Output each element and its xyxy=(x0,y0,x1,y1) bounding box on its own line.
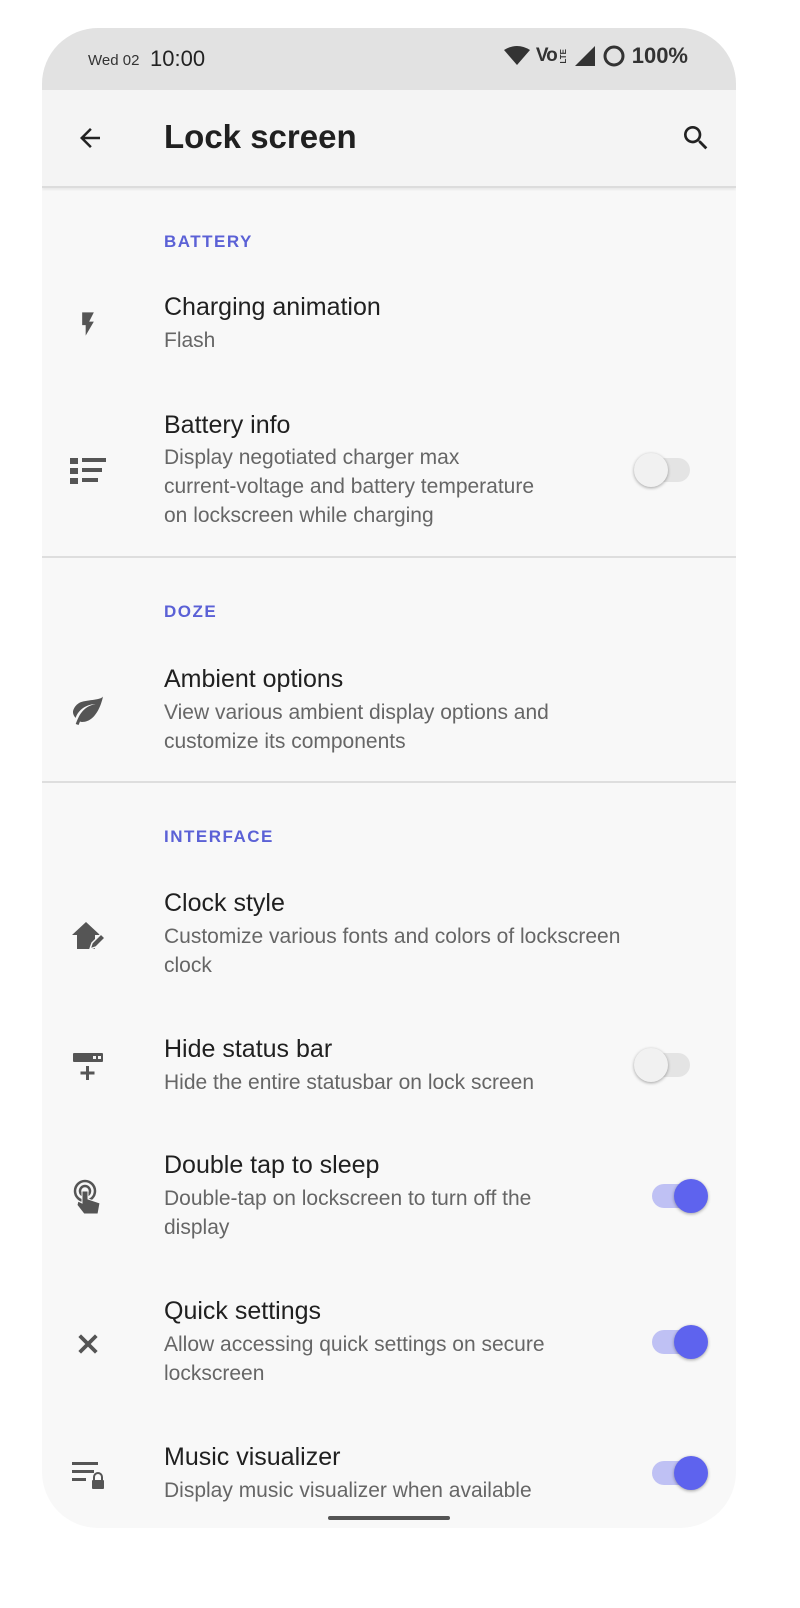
search-button[interactable] xyxy=(676,118,716,158)
wifi-icon xyxy=(503,46,530,65)
touch-icon xyxy=(68,1178,108,1218)
divider xyxy=(42,556,736,558)
battery-percent: 100% xyxy=(631,43,688,68)
setting-subtitle: Customize various fonts and colors of lo… xyxy=(164,925,621,977)
setting-title: Ambient options xyxy=(164,665,344,693)
setting-title: Clock style xyxy=(164,889,285,917)
status-date: Wed 02 xyxy=(88,52,140,69)
section-header-interface: INTERFACE xyxy=(164,827,274,846)
arrow-back-icon xyxy=(80,128,100,148)
home-edit-icon xyxy=(68,916,108,956)
app-bar: Lock screen xyxy=(42,90,736,188)
setting-hide-status-bar[interactable]: Hide status bar Hide the entire statusba… xyxy=(42,1032,736,1112)
quick-settings-toggle[interactable] xyxy=(646,1323,708,1361)
setting-quick-settings[interactable]: Quick settings Allow accessing quick set… xyxy=(42,1294,736,1404)
setting-title: Battery info xyxy=(164,411,291,439)
setting-subtitle: Display music visualizer when available xyxy=(164,1479,532,1502)
setting-clock-style[interactable]: Clock style Customize various fonts and … xyxy=(42,886,736,996)
back-button[interactable] xyxy=(70,118,110,158)
phone-screen: Wed 02 10:00 Vo LTE 100% Lock screen BAT… xyxy=(42,28,736,1528)
statusbar-add-icon xyxy=(68,1046,108,1086)
status-bar: Wed 02 10:00 Vo LTE 100% xyxy=(42,28,736,90)
setting-title: Double tap to sleep xyxy=(164,1151,380,1179)
lte-label: LTE xyxy=(558,48,568,64)
setting-subtitle: Flash xyxy=(164,329,216,352)
double-tap-to-sleep-toggle[interactable] xyxy=(646,1177,708,1215)
setting-subtitle: Hide the entire statusbar on lock screen xyxy=(164,1071,535,1094)
signal-icon xyxy=(574,46,595,66)
setting-subtitle: Double-tap on lockscreen to turn off the… xyxy=(164,1187,532,1239)
bolt-icon xyxy=(68,304,108,344)
hide-status-bar-toggle[interactable] xyxy=(634,1046,696,1084)
volte-label: Vo xyxy=(535,45,558,66)
music-visualizer-toggle[interactable] xyxy=(646,1454,708,1492)
setting-charging-animation[interactable]: Charging animation Flash xyxy=(42,290,736,390)
setting-title: Music visualizer xyxy=(164,1443,341,1471)
battery-saver-icon xyxy=(603,45,625,67)
page-title: Lock screen xyxy=(164,118,357,155)
list-icon xyxy=(68,450,108,490)
status-time: 10:00 xyxy=(150,46,206,71)
setting-title: Hide status bar xyxy=(164,1035,333,1063)
battery-info-toggle[interactable] xyxy=(634,451,696,489)
setting-music-visualizer[interactable]: Music visualizer Display music visualize… xyxy=(42,1440,736,1520)
search-icon xyxy=(684,126,708,150)
setting-subtitle: View various ambient display options and… xyxy=(164,701,549,753)
leaf-icon xyxy=(68,690,108,730)
section-header-battery: BATTERY xyxy=(164,232,253,251)
setting-title: Charging animation xyxy=(164,293,381,321)
setting-double-tap-to-sleep[interactable]: Double tap to sleep Double-tap on locksc… xyxy=(42,1148,736,1258)
setting-subtitle: Display negotiated charger max current-v… xyxy=(164,446,535,527)
close-icon xyxy=(68,1324,108,1364)
setting-ambient-options[interactable]: Ambient options View various ambient dis… xyxy=(42,662,736,772)
setting-title: Quick settings xyxy=(164,1297,322,1325)
playlist-lock-icon xyxy=(68,1454,108,1494)
setting-battery-info[interactable]: Battery info Display negotiated charger … xyxy=(42,408,736,558)
gesture-nav-handle[interactable] xyxy=(328,1516,450,1520)
status-icons: Vo LTE 100% xyxy=(503,43,688,69)
divider xyxy=(42,781,736,783)
section-header-doze: DOZE xyxy=(164,602,218,621)
setting-subtitle: Allow accessing quick settings on secure… xyxy=(164,1333,545,1385)
